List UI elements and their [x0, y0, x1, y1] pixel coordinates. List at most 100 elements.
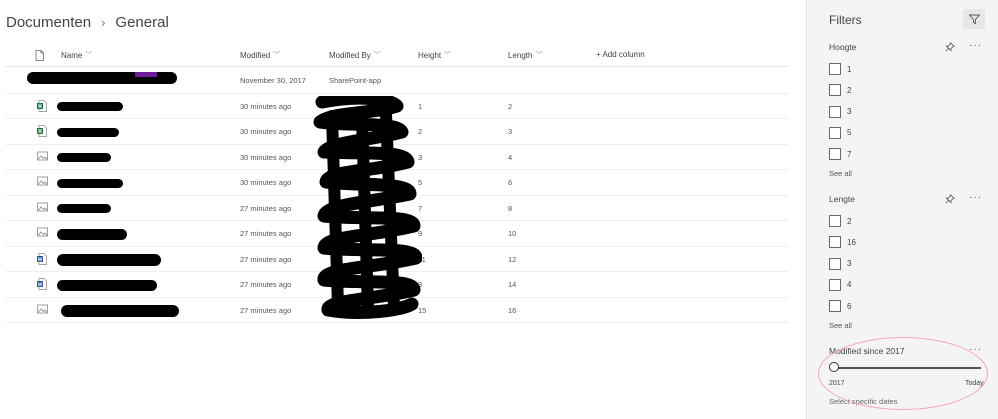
redacted-name[interactable]: [61, 304, 179, 317]
table-row[interactable]: 30 minutes ago 2 3: [5, 119, 788, 145]
checkbox[interactable]: [829, 84, 841, 97]
cell-modified: 27 minutes ago: [240, 229, 292, 238]
purple-highlight: [135, 72, 157, 77]
redacted-name[interactable]: [57, 253, 161, 266]
filter-option-lengte[interactable]: 3: [829, 257, 852, 270]
cell-length: 12: [508, 254, 517, 264]
cell-height: 15: [418, 305, 427, 315]
checkbox-label: 6: [847, 301, 852, 311]
checkbox[interactable]: [829, 236, 841, 249]
table-row[interactable]: 27 minutes ago 7 8: [5, 196, 788, 221]
cell-length: 3: [508, 127, 513, 136]
image-file-icon: [37, 176, 48, 188]
column-header-modified-by[interactable]: Modified By ﹀: [329, 50, 381, 60]
checkbox-label: 3: [847, 107, 852, 117]
checkbox[interactable]: [829, 215, 841, 227]
checkbox-label: 1: [847, 64, 852, 74]
cell-modified: 27 minutes ago: [240, 203, 292, 213]
column-header-modified[interactable]: Modified ﹀: [240, 50, 280, 60]
checkbox[interactable]: [829, 63, 841, 75]
cell-modified: 30 minutes ago: [240, 178, 292, 187]
table-row[interactable]: 27 minutes ago 11 12: [5, 247, 788, 272]
chevron-down-icon: ﹀: [444, 52, 452, 59]
checkbox-label: 2: [847, 85, 852, 95]
filter-icon: [968, 14, 980, 24]
more-options-button[interactable]: ···: [969, 192, 982, 203]
cell-length: 16: [508, 305, 517, 315]
redacted-name[interactable]: [57, 153, 111, 162]
cell-modified: 27 minutes ago: [240, 280, 292, 289]
redacted-name[interactable]: [57, 178, 123, 188]
breadcrumb-current: General: [115, 14, 169, 31]
redacted-name[interactable]: [57, 228, 127, 240]
checkbox-label: 5: [847, 128, 852, 138]
checkbox[interactable]: [829, 278, 841, 291]
see-all-link[interactable]: See all: [829, 321, 852, 330]
checkbox-label: 3: [847, 259, 852, 269]
checkbox-label: 2: [847, 216, 852, 226]
filter-option-hoogte[interactable]: 3: [829, 105, 852, 118]
cell-height: 2: [418, 127, 423, 136]
table-row[interactable]: November 30, 2017 SharePoint-app: [5, 68, 788, 94]
table-row[interactable]: 27 minutes ago 15 16: [5, 298, 788, 323]
checkbox[interactable]: [829, 257, 841, 270]
more-options-button[interactable]: ···: [969, 40, 982, 51]
cell-length: 10: [508, 229, 517, 238]
filter-section-title-lengte: Lengte: [829, 194, 855, 204]
filter-option-hoogte[interactable]: 7: [829, 148, 851, 161]
checkbox[interactable]: [829, 105, 841, 118]
filter-section-title-hoogte: Hoogte: [829, 42, 857, 52]
cell-modified: 30 minutes ago: [240, 127, 292, 136]
column-header-height[interactable]: Height ﹀: [418, 50, 451, 60]
cell-length: 8: [508, 203, 513, 213]
list-header: Name ﹀ Modified ﹀ Modified By ﹀ Height ﹀ Len…: [5, 44, 788, 66]
pin-icon[interactable]: [945, 194, 955, 204]
column-header-length[interactable]: Length ﹀: [508, 50, 542, 60]
filter-option-lengte[interactable]: 16: [829, 236, 856, 249]
highlight-circle-annotation: [818, 337, 988, 410]
cell-length: 4: [508, 152, 513, 162]
filter-option-lengte[interactable]: 4: [829, 278, 852, 291]
filter-option-hoogte[interactable]: 2: [829, 84, 852, 97]
chevron-down-icon: ﹀: [373, 52, 381, 59]
cell-length: 6: [508, 178, 513, 187]
word-file-icon: [37, 278, 47, 290]
image-file-icon: [37, 304, 48, 316]
table-row[interactable]: 27 minutes ago 3 14: [5, 272, 788, 298]
filter-toggle-button[interactable]: [963, 9, 985, 29]
file-type-icon[interactable]: [35, 50, 44, 61]
excel-file-icon: [37, 125, 47, 137]
filter-option-lengte[interactable]: 6: [829, 300, 852, 313]
filter-option-lengte[interactable]: 2: [829, 215, 851, 227]
filter-option-hoogte[interactable]: 1: [829, 63, 851, 75]
see-all-link[interactable]: See all: [829, 169, 852, 178]
image-file-icon: [37, 227, 48, 239]
checkbox-label: 4: [847, 280, 852, 290]
cell-height: 9: [418, 229, 423, 238]
image-file-icon: [37, 202, 48, 214]
table-row[interactable]: 30 minutes ago 3 4: [5, 145, 788, 170]
cell-height: 5: [418, 178, 423, 187]
redacted-name[interactable]: [57, 102, 123, 111]
table-row[interactable]: 30 minutes ago 1 2: [5, 94, 788, 119]
image-file-icon: [37, 151, 48, 163]
redacted-name[interactable]: [57, 127, 119, 137]
add-column-button[interactable]: + Add column: [596, 50, 645, 59]
cell-modified: November 30, 2017: [240, 76, 306, 85]
cell-modified: 27 minutes ago: [240, 254, 292, 264]
panel-title: Filters: [829, 13, 862, 27]
redacted-name[interactable]: [57, 279, 157, 291]
cell-height: 1: [418, 101, 423, 111]
chevron-down-icon: ﹀: [85, 52, 93, 59]
breadcrumb: Documenten › General: [6, 14, 169, 31]
checkbox[interactable]: [829, 148, 841, 161]
filter-option-hoogte[interactable]: 5: [829, 126, 852, 139]
breadcrumb-root[interactable]: Documenten: [6, 14, 91, 31]
checkbox[interactable]: [829, 126, 841, 139]
column-header-name[interactable]: Name ﹀: [61, 50, 92, 60]
table-row[interactable]: 27 minutes ago 9 10: [5, 221, 788, 247]
checkbox[interactable]: [829, 300, 841, 313]
table-row[interactable]: 30 minutes ago 5 6: [5, 170, 788, 196]
redacted-name[interactable]: [57, 204, 111, 213]
pin-icon[interactable]: [945, 42, 955, 52]
